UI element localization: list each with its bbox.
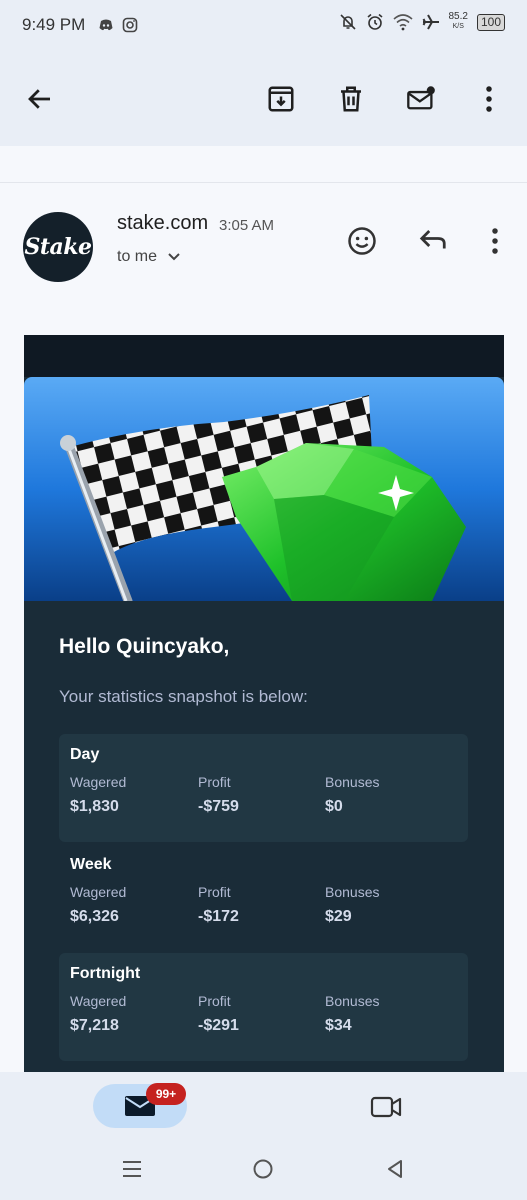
arrow-back-icon[interactable]	[25, 84, 55, 114]
stat-label-wagered: Wagered	[70, 774, 127, 790]
stat-label-wagered: Wagered	[70, 884, 127, 900]
bottom-navigation: 99+	[0, 1072, 527, 1200]
stat-label-profit: Profit	[198, 774, 231, 790]
stats-period: Day	[70, 746, 100, 763]
status-bar: 9:49 PM 85.2 K/S 100	[0, 0, 527, 54]
message-more-icon[interactable]	[480, 226, 510, 256]
stat-value-profit: -$291	[198, 1017, 239, 1034]
stat-value-bonuses: $0	[325, 798, 343, 815]
airplane-icon	[422, 14, 439, 30]
alarm-icon	[366, 13, 383, 30]
checkered-flag-gem-illustration	[60, 395, 466, 601]
stat-label-profit: Profit	[198, 884, 231, 900]
stat-label-bonuses: Bonuses	[325, 774, 380, 790]
mail-unread-icon[interactable]	[406, 84, 436, 114]
chevron-down-icon	[168, 253, 180, 261]
email-header-strip	[24, 335, 504, 377]
stat-label-bonuses: Bonuses	[325, 884, 380, 900]
message-time: 3:05 AM	[219, 217, 275, 234]
archive-icon[interactable]	[266, 84, 296, 114]
instagram-icon	[122, 17, 138, 33]
stat-value-wagered: $7,218	[70, 1017, 119, 1034]
system-back-icon[interactable]	[384, 1158, 406, 1180]
email-body: Hello Quincyako, Your statistics snapsho…	[24, 335, 504, 1075]
subject-divider	[0, 146, 527, 183]
trash-icon[interactable]	[336, 84, 366, 114]
stat-value-wagered: $6,326	[70, 908, 119, 925]
battery-indicator: 100	[476, 13, 505, 31]
recent-apps-icon[interactable]	[121, 1158, 143, 1180]
email-greeting: Hello Quincyako,	[59, 635, 230, 658]
recipient-details[interactable]: to me	[117, 248, 181, 266]
stat-value-bonuses: $29	[325, 908, 352, 925]
bell-off-icon	[339, 14, 356, 30]
stats-period: Fortnight	[70, 965, 141, 982]
stats-card-day: Day Wagered Profit Bonuses $1,830 -$759 …	[59, 734, 468, 842]
sender-name[interactable]: stake.com	[117, 212, 208, 235]
avatar-logo-text: Stake	[24, 234, 92, 260]
sender-avatar[interactable]: Stake	[23, 212, 93, 282]
stat-label-profit: Profit	[198, 993, 231, 1009]
videocam-icon[interactable]	[370, 1094, 402, 1120]
discord-icon	[99, 19, 113, 31]
emoji-reaction-icon[interactable]	[347, 226, 377, 256]
more-vert-icon[interactable]	[474, 84, 504, 114]
home-icon[interactable]	[252, 1158, 274, 1180]
stats-card-fortnight: Fortnight Wagered Profit Bonuses $7,218 …	[59, 953, 468, 1061]
network-speed: 85.2 K/S	[448, 11, 468, 31]
stat-label-bonuses: Bonuses	[325, 993, 380, 1009]
status-time: 9:49 PM	[22, 15, 86, 34]
stat-value-wagered: $1,830	[70, 798, 119, 815]
stat-value-profit: -$759	[198, 798, 239, 815]
stat-label-wagered: Wagered	[70, 993, 127, 1009]
recipient-label: to me	[117, 248, 158, 265]
reply-icon[interactable]	[418, 226, 448, 256]
message-toolbar	[0, 54, 527, 146]
unread-count-badge: 99+	[146, 1083, 186, 1105]
stat-value-profit: -$172	[198, 908, 239, 925]
hero-banner	[24, 377, 504, 601]
wifi-icon	[392, 14, 413, 31]
stats-card-week: Week Wagered Profit Bonuses $6,326 -$172…	[59, 844, 468, 952]
stat-value-bonuses: $34	[325, 1017, 352, 1034]
stats-period: Week	[70, 856, 112, 873]
email-intro: Your statistics snapshot is below:	[59, 687, 308, 706]
